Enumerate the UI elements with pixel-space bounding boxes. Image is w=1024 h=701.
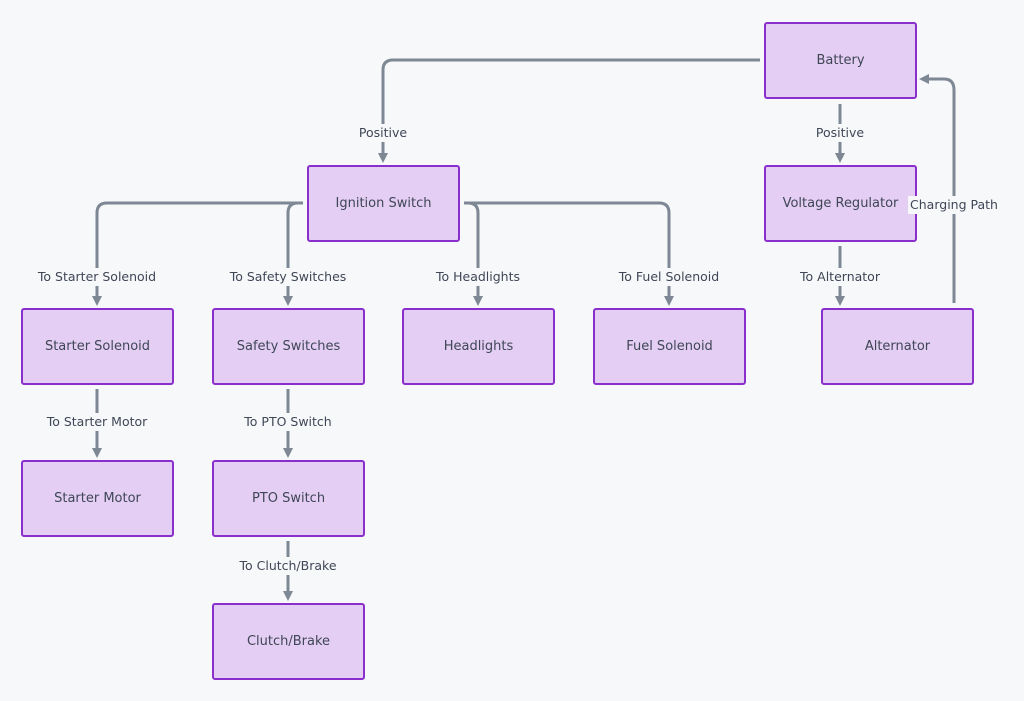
edge-label-to-starter-motor: To Starter Motor xyxy=(44,413,150,431)
node-ignition-switch[interactable]: Ignition Switch xyxy=(307,165,460,242)
node-voltage-regulator[interactable]: Voltage Regulator xyxy=(764,165,917,242)
node-battery[interactable]: Battery xyxy=(764,22,917,99)
diagram-canvas: Battery Ignition Switch Voltage Regulato… xyxy=(0,0,1024,701)
edge-label-to-headlights: To Headlights xyxy=(433,268,523,286)
node-starter-motor[interactable]: Starter Motor xyxy=(21,460,174,537)
edge-label-battery-regulator: Positive xyxy=(813,124,867,142)
node-label: Safety Switches xyxy=(236,339,341,354)
edge-ignition-starter-solenoid xyxy=(92,201,303,306)
edge-label-battery-ignition: Positive xyxy=(356,124,410,142)
node-label: Starter Motor xyxy=(54,491,141,506)
edge-label-to-pto-switch: To PTO Switch xyxy=(242,413,334,431)
node-clutch-brake[interactable]: Clutch/Brake xyxy=(212,603,365,680)
node-alternator[interactable]: Alternator xyxy=(821,308,974,385)
edge-label-charging-path: Charging Path xyxy=(908,196,1000,214)
edge-alternator-battery-charging xyxy=(919,74,956,303)
edge-label-to-clutch-brake: To Clutch/Brake xyxy=(237,557,339,575)
edge-label-to-safety-switches: To Safety Switches xyxy=(227,268,349,286)
node-safety-switches[interactable]: Safety Switches xyxy=(212,308,365,385)
node-label: PTO Switch xyxy=(251,491,326,506)
node-headlights[interactable]: Headlights xyxy=(402,308,555,385)
node-label: Alternator xyxy=(864,339,931,354)
node-label: Starter Solenoid xyxy=(44,339,151,354)
node-fuel-solenoid[interactable]: Fuel Solenoid xyxy=(593,308,746,385)
edge-ignition-safety-switches xyxy=(283,201,303,306)
edge-label-to-starter-solenoid: To Starter Solenoid xyxy=(35,268,159,286)
edge-label-to-fuel-solenoid: To Fuel Solenoid xyxy=(616,268,722,286)
edge-label-to-alternator: To Alternator xyxy=(798,268,882,286)
node-label: Clutch/Brake xyxy=(246,634,331,649)
edge-battery-ignition xyxy=(378,58,760,163)
node-label: Ignition Switch xyxy=(335,196,432,211)
node-pto-switch[interactable]: PTO Switch xyxy=(212,460,365,537)
edge-ignition-fuel-solenoid xyxy=(464,201,674,306)
node-starter-solenoid[interactable]: Starter Solenoid xyxy=(21,308,174,385)
node-label: Battery xyxy=(816,53,865,68)
node-label: Fuel Solenoid xyxy=(626,339,713,354)
node-label: Voltage Regulator xyxy=(782,196,899,211)
edge-ignition-headlights xyxy=(464,201,483,306)
node-label: Headlights xyxy=(443,339,514,354)
